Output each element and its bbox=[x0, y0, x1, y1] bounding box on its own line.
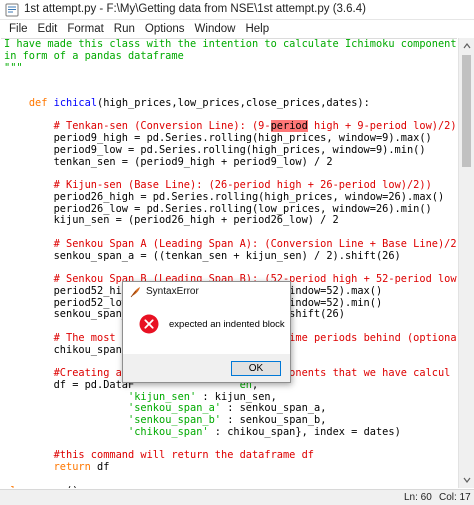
code-line: senkou_span_a = ((tenkan_sen + kijun_sen… bbox=[4, 249, 457, 263]
code-token: : senkou_span_b, bbox=[221, 414, 327, 426]
string-token: 'senkou_span_a' bbox=[128, 402, 221, 415]
definition-token: user bbox=[41, 485, 66, 488]
string-token: 'senkou_span_b' bbox=[128, 414, 221, 426]
code-token: df bbox=[90, 461, 110, 473]
status-line-number: Ln: 60 bbox=[404, 492, 432, 503]
string-token: 'kijun_sen' bbox=[128, 390, 197, 403]
window-title: 1st attempt.py - F:\My\Getting data from… bbox=[24, 3, 366, 15]
code-line: """ bbox=[4, 61, 457, 75]
dialog-body: expected an indented block bbox=[123, 302, 290, 354]
scroll-down-button[interactable] bbox=[459, 472, 474, 488]
dialog-title: SyntaxError bbox=[146, 286, 199, 297]
menu-help[interactable]: Help bbox=[240, 23, 274, 35]
arrow-down-icon bbox=[463, 477, 471, 483]
string-token: in form of a pandas dataframe bbox=[4, 49, 184, 62]
menu-window[interactable]: Window bbox=[190, 23, 241, 35]
menu-run[interactable]: Run bbox=[109, 23, 140, 35]
comment-token: # Senkou Span A (Leading Span A): (Conve… bbox=[53, 237, 457, 250]
ok-button[interactable]: OK bbox=[231, 361, 281, 376]
comment-token: # Kijun-sen (Base Line): (26-period high… bbox=[53, 179, 432, 191]
code-token: period26_high = pd.Series.rolling(high_p… bbox=[4, 190, 445, 203]
dialog-message: expected an indented block bbox=[169, 319, 285, 330]
keyword-token: return bbox=[53, 461, 91, 473]
status-bar: Ln: 60 Col: 17 bbox=[0, 489, 474, 505]
dialog-footer: OK bbox=[123, 354, 290, 382]
dialog-titlebar[interactable]: SyntaxError bbox=[123, 282, 290, 302]
code-line: tenkan_sen = (period9_high + period9_low… bbox=[4, 155, 457, 169]
string-token: 'chikou_span' bbox=[128, 425, 209, 438]
error-highlight: period bbox=[270, 120, 308, 133]
string-token: I have made this class with the intentio… bbox=[4, 38, 457, 50]
comment-token: # Tenkan-sen (Conversion Line): (9- bbox=[53, 120, 271, 133]
code-token: (high_prices,low_prices,close_prices,dat… bbox=[97, 96, 370, 109]
keyword-token: class bbox=[4, 485, 35, 488]
menu-file[interactable]: File bbox=[4, 23, 33, 35]
keyword-token: def bbox=[28, 96, 48, 109]
menu-options[interactable]: Options bbox=[140, 23, 190, 35]
error-icon bbox=[139, 314, 159, 334]
definition-token: ichical bbox=[53, 96, 98, 109]
code-token: : senkou_span_a, bbox=[221, 402, 327, 415]
feather-icon bbox=[130, 287, 140, 298]
code-line: return df bbox=[4, 461, 457, 474]
status-column-number: Col: 17 bbox=[439, 492, 471, 503]
menu-edit[interactable]: Edit bbox=[33, 23, 63, 35]
code-line: def ichical(high_prices,low_prices,close… bbox=[4, 96, 457, 110]
scroll-thumb[interactable] bbox=[462, 55, 471, 167]
window-titlebar: 1st attempt.py - F:\My\Getting data from… bbox=[0, 0, 474, 20]
code-token: period9_low = pd.Series.rolling(high_pri… bbox=[4, 143, 426, 156]
code-line: 'chikou_span' : chikou_span}, index = da… bbox=[4, 425, 457, 439]
code-token: chikou_span = bbox=[4, 343, 135, 356]
string-token: """ bbox=[4, 61, 23, 74]
code-text: I have made this class with the intentio… bbox=[4, 39, 457, 488]
code-line: in form of a pandas dataframe bbox=[4, 49, 457, 63]
menu-bar: File Edit Format Run Options Window Help bbox=[0, 20, 474, 38]
vertical-scrollbar[interactable] bbox=[458, 38, 474, 488]
code-token: : kijun_sen, bbox=[196, 390, 277, 403]
code-line: kijun_sen = (period26_high + period26_lo… bbox=[4, 214, 457, 227]
code-token: period26_low = pd.Series.rolling(low_pri… bbox=[4, 202, 432, 215]
scroll-up-button[interactable] bbox=[459, 38, 474, 54]
arrow-up-icon bbox=[463, 43, 471, 49]
code-line: class user(): bbox=[4, 485, 457, 488]
code-token: tenkan_sen = (period9_high + period9_low… bbox=[4, 155, 333, 168]
comment-token: high + 9-period low)/2)) bbox=[307, 120, 457, 133]
syntax-error-dialog: SyntaxError expected an indented block O… bbox=[122, 281, 291, 383]
code-token: : chikou_span}, index = dates) bbox=[208, 425, 401, 438]
python-idle-icon bbox=[5, 3, 19, 17]
code-token: kijun_sen = (period26_high + period26_lo… bbox=[4, 214, 339, 227]
code-token: (): bbox=[66, 485, 85, 488]
comment-token: #this command will return the dataframe … bbox=[53, 449, 314, 462]
code-token: senkou_span_a = ((tenkan_sen + kijun_sen… bbox=[4, 249, 401, 262]
code-editor[interactable]: I have made this class with the intentio… bbox=[1, 38, 457, 488]
menu-format[interactable]: Format bbox=[62, 23, 108, 35]
code-token: period9_high = pd.Series.rolling(high_pr… bbox=[4, 132, 432, 144]
